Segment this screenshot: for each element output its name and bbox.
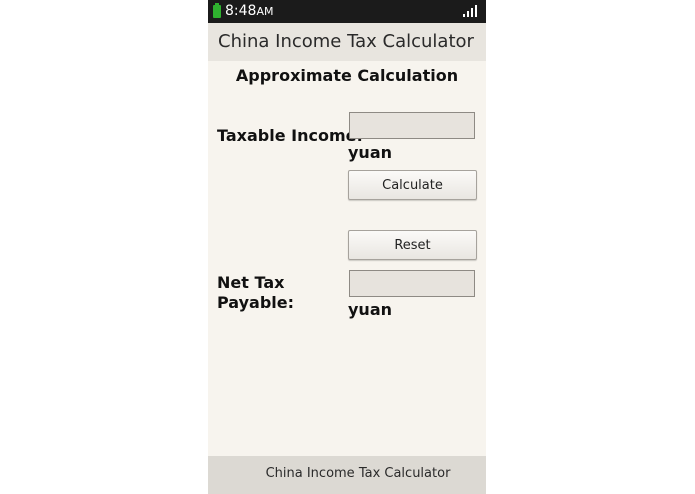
footer-title: China Income Tax Calculator xyxy=(265,466,451,481)
battery-icon xyxy=(213,3,221,18)
taxable-income-input[interactable] xyxy=(349,112,475,139)
app-header: China Income Tax Calculator xyxy=(208,23,486,61)
section-title: Approximate Calculation xyxy=(235,66,459,85)
status-time-ampm: AM xyxy=(256,5,274,18)
net-tax-label-line1: Net Tax xyxy=(217,273,285,292)
status-time-value: 8:48 xyxy=(225,3,257,19)
net-tax-label-line2: Payable: xyxy=(217,293,295,312)
taxable-income-unit: yuan xyxy=(348,143,393,162)
reset-button[interactable]: Reset xyxy=(348,230,477,260)
net-tax-output[interactable] xyxy=(349,270,475,297)
page-title: China Income Tax Calculator xyxy=(218,31,474,52)
status-time: 8:48AM xyxy=(225,3,273,20)
taxable-income-label: Taxable Income: xyxy=(217,126,363,145)
calculate-button[interactable]: Calculate xyxy=(348,170,477,200)
net-tax-unit: yuan xyxy=(348,300,393,319)
status-bar: 8:48AM xyxy=(208,0,486,23)
signal-icon xyxy=(463,5,477,17)
app-footer: China Income Tax Calculator xyxy=(208,456,486,494)
app-screen: 8:48AM China Income Tax Calculator Appro… xyxy=(208,0,486,494)
